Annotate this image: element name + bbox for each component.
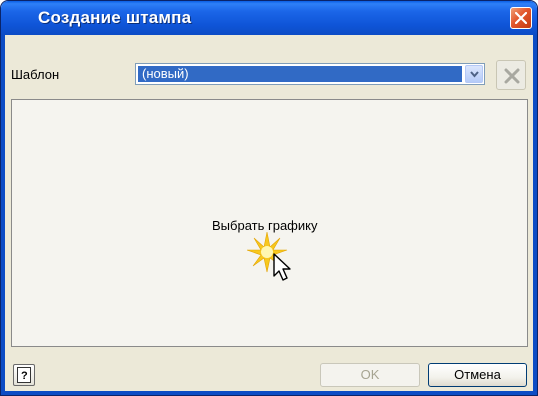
svg-text:?: ? (21, 370, 28, 382)
template-dropdown-button[interactable] (465, 65, 483, 83)
graphic-preview-area[interactable]: Выбрать графику (11, 99, 528, 347)
close-icon (515, 12, 527, 24)
ok-button[interactable]: OK (320, 363, 420, 387)
delete-template-button[interactable] (496, 60, 526, 90)
stamp-dialog: Создание штампа Шаблон (новый) Выбрать г… (0, 0, 538, 396)
help-button[interactable]: ? (13, 364, 35, 386)
cancel-button[interactable]: Отмена (428, 363, 527, 387)
help-icon: ? (17, 367, 31, 383)
chevron-down-icon (470, 71, 479, 78)
delete-x-icon (504, 68, 520, 84)
close-button[interactable] (510, 7, 532, 29)
window-frame-left (1, 35, 5, 395)
template-label: Шаблон (11, 67, 60, 82)
window-frame-bottom (1, 391, 537, 395)
pointer-click-icon (246, 228, 307, 291)
template-selected-value: (новый) (138, 66, 462, 82)
title-bar[interactable]: Создание штампа (1, 1, 537, 35)
window-frame-right (533, 35, 537, 395)
template-select[interactable]: (новый) (135, 63, 485, 85)
dialog-title: Создание штампа (38, 8, 192, 27)
